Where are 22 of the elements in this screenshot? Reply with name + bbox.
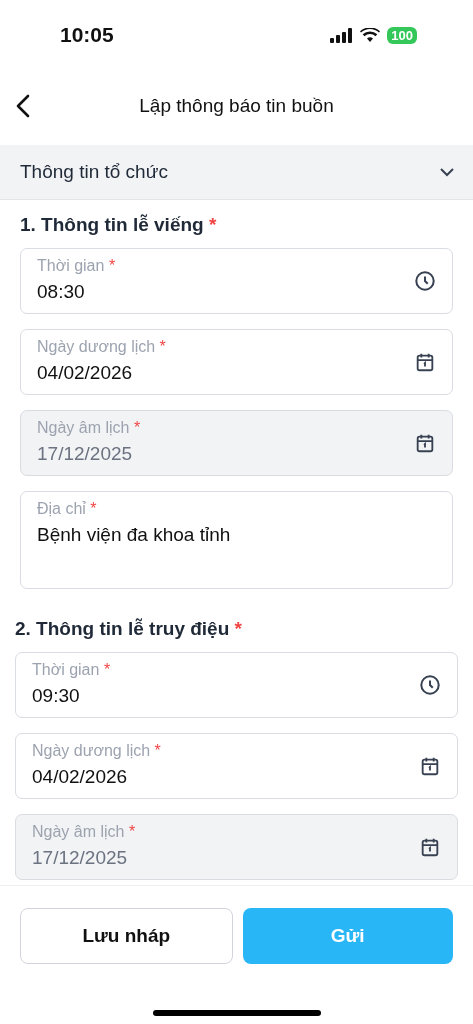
- save-draft-button[interactable]: Lưu nháp: [20, 908, 233, 964]
- status-time: 10:05: [60, 23, 114, 47]
- calendar-icon: [419, 836, 441, 858]
- section-title: 2. Thông tin lễ truy điệu *: [15, 617, 243, 641]
- calendar-icon: [419, 755, 441, 777]
- input-field[interactable]: Thời gian * 08:30: [20, 248, 453, 314]
- input-field[interactable]: Thời gian * 09:30: [15, 652, 458, 718]
- input-field[interactable]: Địa chỉ * Bệnh viện đa khoa tỉnh: [20, 491, 453, 589]
- page-title: Lập thông báo tin buồn: [139, 95, 334, 117]
- calendar-icon: [414, 432, 436, 454]
- back-icon[interactable]: [16, 94, 30, 118]
- signal-icon: [330, 27, 354, 43]
- calendar-icon: [414, 351, 436, 373]
- wifi-icon: [360, 27, 381, 43]
- input-field[interactable]: Ngày dương lịch * 04/02/2026: [15, 733, 458, 799]
- section-title: 1. Thông tin lễ viếng *: [20, 213, 218, 237]
- clock-icon: [419, 674, 441, 696]
- input-field[interactable]: Ngày dương lịch * 04/02/2026: [20, 329, 453, 395]
- clock-icon: [414, 270, 436, 292]
- battery-level: 100: [387, 26, 417, 44]
- accordion-title: Thông tin tổ chức: [20, 161, 168, 183]
- accordion-header[interactable]: Thông tin tổ chức: [0, 145, 473, 200]
